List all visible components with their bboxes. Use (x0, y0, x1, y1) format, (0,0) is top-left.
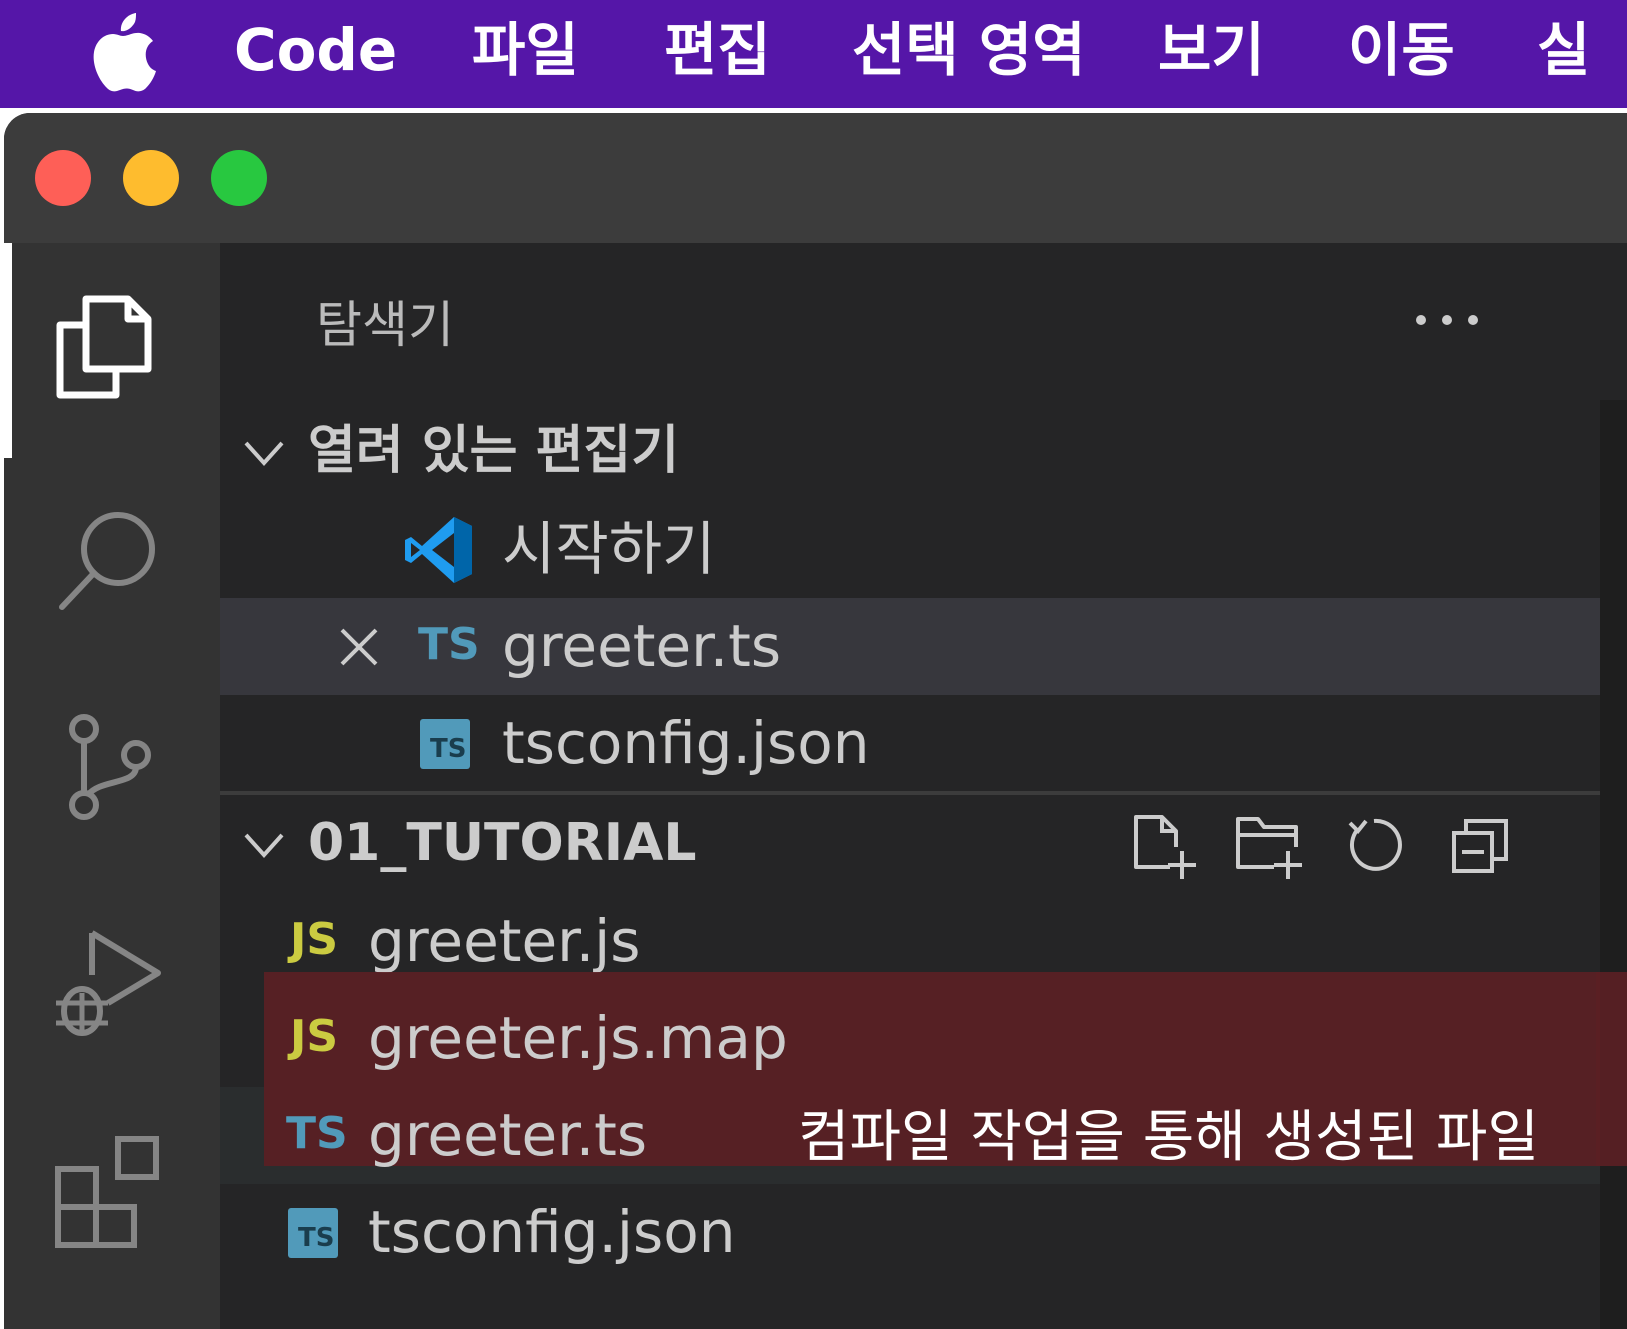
file-label: tsconfig.json (368, 1198, 736, 1266)
open-editor-label: tsconfig.json (502, 709, 870, 777)
open-editor-label: greeter.ts (502, 612, 782, 680)
collapse-all-icon[interactable] (1450, 817, 1510, 875)
file-label: greeter.js (368, 907, 641, 975)
highlight-extension (1596, 972, 1627, 1166)
menu-go[interactable]: 이동 (1348, 18, 1455, 82)
tsconfig-icon: TS (288, 1208, 338, 1258)
more-actions-icon[interactable] (1416, 309, 1486, 329)
file-label: greeter.ts (368, 1101, 648, 1169)
file-item[interactable]: JS greeter.js.map (220, 990, 1600, 1087)
chevron-down-icon (244, 441, 284, 466)
search-icon[interactable] (54, 503, 166, 615)
open-editors-header[interactable]: 열려 있는 편집기 (220, 405, 1600, 501)
zoom-window-button[interactable] (211, 150, 267, 206)
editor-edge-top (1600, 243, 1627, 400)
folder-header[interactable]: 01_TUTORIAL (220, 797, 1600, 893)
chevron-down-icon (244, 833, 284, 858)
file-label: greeter.js.map (368, 1004, 788, 1072)
menu-bar: Code 파일 편집 선택 영역 보기 이동 실 (0, 0, 1627, 108)
open-editor-label: 시작하기 (502, 515, 716, 583)
vscode-logo-icon (405, 517, 472, 583)
editor-edge (1600, 243, 1627, 1329)
active-indicator (4, 243, 12, 458)
menu-code[interactable]: Code (234, 18, 397, 82)
menu-run[interactable]: 실 (1537, 18, 1590, 82)
js-file-icon: JS (290, 914, 339, 965)
source-control-icon[interactable] (60, 713, 160, 823)
open-editors-title: 열려 있는 편집기 (308, 421, 680, 481)
open-editor-item[interactable]: 시작하기 (220, 501, 1600, 598)
menu-view[interactable]: 보기 (1158, 18, 1265, 82)
open-editor-item[interactable]: TS tsconfig.json (220, 695, 1600, 792)
tsconfig-icon: TS (420, 719, 470, 769)
annotation-label: 컴파일 작업을 통해 생성된 파일 (798, 1105, 1539, 1170)
open-editor-item-active[interactable]: TS greeter.ts (220, 598, 1600, 695)
explorer-files-icon[interactable] (52, 291, 156, 403)
menu-selection[interactable]: 선택 영역 (852, 18, 1086, 82)
refresh-icon[interactable] (1344, 815, 1404, 875)
menu-edit[interactable]: 편집 (664, 18, 771, 82)
title-bar (4, 113, 1627, 243)
folder-title: 01_TUTORIAL (308, 813, 697, 873)
menu-file[interactable]: 파일 (472, 18, 579, 82)
new-folder-icon[interactable] (1234, 813, 1304, 881)
ts-file-icon: TS (286, 1108, 348, 1159)
apple-logo-icon[interactable] (88, 12, 158, 92)
close-editor-icon[interactable] (338, 626, 380, 668)
minimize-window-button[interactable] (123, 150, 179, 206)
activity-bar (4, 243, 220, 1329)
explorer-title: 탐색기 (316, 296, 454, 354)
run-debug-icon[interactable] (48, 923, 172, 1043)
extensions-icon[interactable] (52, 1133, 168, 1249)
close-window-button[interactable] (35, 150, 91, 206)
file-item[interactable]: TS tsconfig.json (220, 1184, 1600, 1281)
ts-file-icon: TS (418, 619, 480, 670)
js-file-icon: JS (290, 1011, 339, 1062)
section-divider (220, 791, 1600, 795)
new-file-icon[interactable] (1132, 813, 1196, 881)
